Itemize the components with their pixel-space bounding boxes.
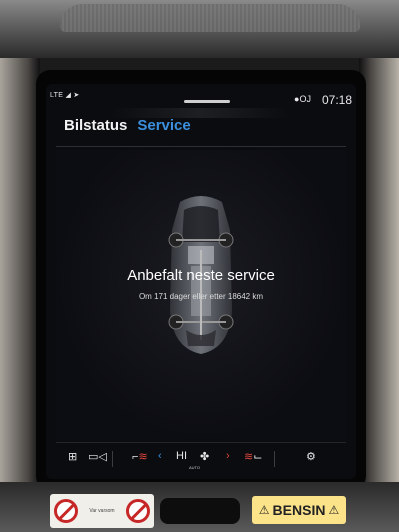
temp-down-button[interactable]: ‹: [158, 450, 162, 462]
clock: 07:18: [322, 93, 353, 107]
tab-bar: Bilstatus Service: [64, 117, 191, 139]
status-bar: LTE ◢ ➤ ●OJ 07:18: [46, 84, 356, 107]
warning-triangle-icon: ⚠: [258, 503, 270, 517]
gear-icon[interactable]: ⚙: [306, 450, 316, 463]
fuel-type-sticker: ⚠ BENSIN ⚠: [252, 496, 346, 524]
signal-icon: ◢: [65, 92, 72, 99]
tab-service[interactable]: Service: [137, 117, 190, 139]
temp-up-button[interactable]: ›: [226, 450, 230, 462]
fan-icon[interactable]: ✤: [200, 450, 209, 463]
network-status: LTE ◢ ➤: [50, 91, 80, 99]
prohibition-icon: [54, 499, 79, 523]
top-view-handle[interactable]: [184, 100, 230, 103]
camera-icon[interactable]: ▭◁: [88, 450, 107, 463]
home-grid-icon[interactable]: ⊞: [68, 450, 77, 463]
service-subtitle: Om 171 dager eller etter 18642 km: [138, 292, 264, 301]
warning-triangle-icon: ⚠: [328, 503, 340, 517]
bar-separator: [112, 451, 113, 467]
tabs-divider: [56, 146, 346, 147]
navigation-arrow-icon: ➤: [73, 92, 80, 99]
service-title: Anbefalt neste service: [127, 267, 275, 284]
auto-label: AUTO: [189, 465, 201, 470]
passenger-seat-heat-icon[interactable]: ≋⌙: [244, 450, 262, 463]
fan-level[interactable]: HI: [176, 450, 187, 462]
infotainment-screen: LTE ◢ ➤ ●OJ 07:18 Bilstatus Service Anbe…: [46, 84, 356, 479]
warning-sticker-text: Var varsom: [89, 508, 115, 514]
climate-bar: ⊞ ▭◁ ⌐≋ ‹ HI ✤ AUTO › ≋⌙ ⚙: [56, 442, 346, 473]
speaker-grille: [60, 4, 360, 32]
prohibition-icon: [125, 499, 150, 523]
network-type: LTE: [50, 92, 64, 99]
bar-separator: [274, 451, 275, 467]
user-initials: OJ: [299, 94, 311, 104]
driver-seat-heat-icon[interactable]: ⌐≋: [132, 450, 148, 463]
left-trim: [0, 58, 40, 532]
screen-glare: [110, 108, 290, 118]
fuel-type-label: BENSIN: [272, 502, 326, 518]
dashboard-top: [0, 0, 399, 58]
airbag-warning-sticker: Var varsom: [50, 494, 154, 528]
user-profile[interactable]: ●OJ: [294, 94, 311, 104]
air-vent: [160, 498, 240, 524]
tab-bilstatus[interactable]: Bilstatus: [64, 117, 127, 139]
service-panel: Anbefalt neste service Om 171 dager elle…: [56, 150, 346, 440]
